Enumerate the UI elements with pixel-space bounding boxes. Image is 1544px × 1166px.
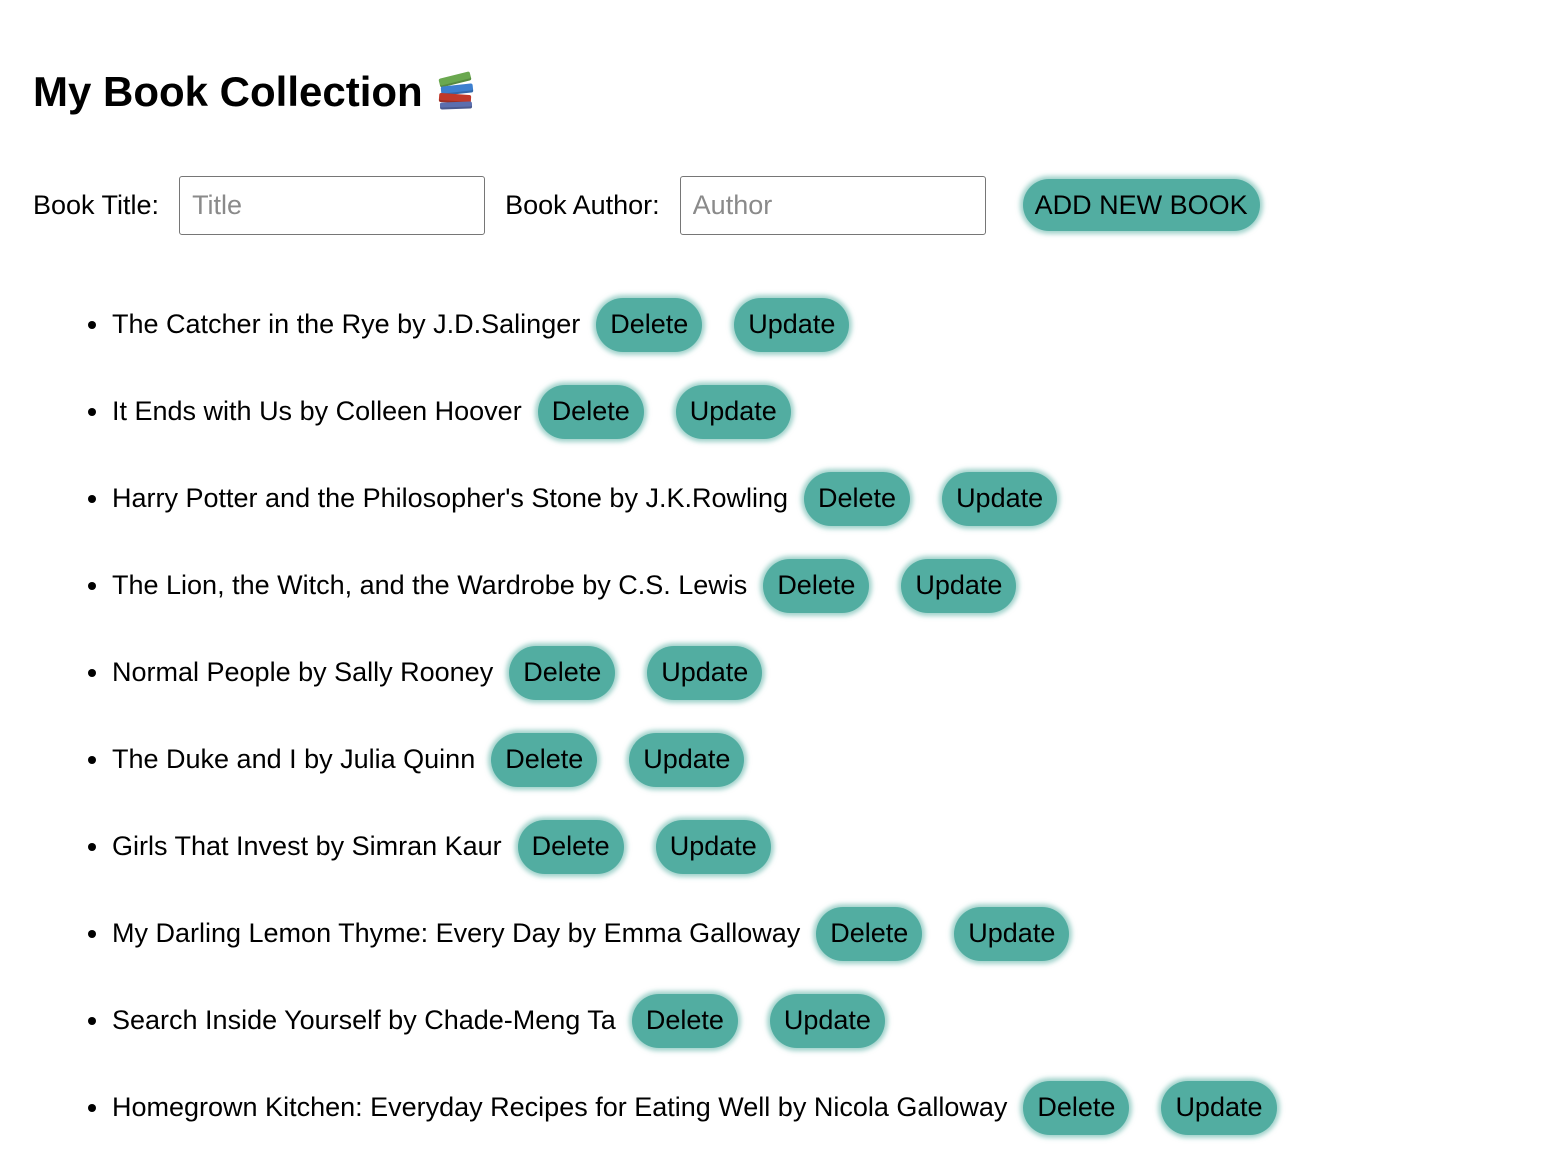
book-entry-text: Normal People by Sally Rooney — [112, 657, 494, 687]
list-item: The Catcher in the Rye by J.D.Salinger D… — [88, 296, 1277, 353]
bullet-icon — [88, 320, 96, 329]
delete-button[interactable]: Delete — [491, 732, 598, 787]
list-item: The Lion, the Witch, and the Wardrobe by… — [88, 557, 1277, 614]
book-entry-text: It Ends with Us by Colleen Hoover — [112, 396, 522, 426]
delete-button[interactable]: Delete — [1023, 1080, 1130, 1135]
delete-button[interactable]: Delete — [517, 819, 624, 874]
book-list: The Catcher in the Rye by J.D.Salinger D… — [88, 296, 1277, 1166]
list-item: It Ends with Us by Colleen Hoover Delete… — [88, 383, 1277, 440]
book-entry-text: Search Inside Yourself by Chade-Meng Ta — [112, 1005, 616, 1035]
list-item: Search Inside Yourself by Chade-Meng Ta … — [88, 992, 1277, 1049]
update-button[interactable]: Update — [655, 819, 771, 874]
update-button[interactable]: Update — [647, 645, 763, 700]
delete-button[interactable]: Delete — [631, 993, 738, 1048]
bullet-icon — [88, 407, 96, 416]
book-entry-text: The Duke and I by Julia Quinn — [112, 744, 476, 774]
book-author-label: Book Author: — [505, 190, 660, 220]
bullet-icon — [88, 1016, 96, 1025]
book-entry-text: The Lion, the Witch, and the Wardrobe by… — [112, 570, 748, 600]
delete-button[interactable]: Delete — [596, 297, 703, 352]
bullet-icon — [88, 668, 96, 677]
list-item: Harry Potter and the Philosopher's Stone… — [88, 470, 1277, 527]
update-button[interactable]: Update — [901, 558, 1017, 613]
update-button[interactable]: Update — [734, 297, 850, 352]
book-entry-text: Girls That Invest by Simran Kaur — [112, 831, 502, 861]
book-entry-text: Harry Potter and the Philosopher's Stone… — [112, 483, 789, 513]
book-entry-text: My Darling Lemon Thyme: Every Day by Emm… — [112, 918, 801, 948]
delete-button[interactable]: Delete — [816, 906, 923, 961]
add-new-book-button[interactable]: ADD NEW BOOK — [1022, 179, 1260, 231]
delete-button[interactable]: Delete — [804, 471, 911, 526]
book-entry-text: The Catcher in the Rye by J.D.Salinger — [112, 309, 581, 339]
list-item: Normal People by Sally Rooney Delete Upd… — [88, 644, 1277, 701]
bullet-icon — [88, 581, 96, 590]
update-button[interactable]: Update — [629, 732, 745, 787]
book-entry-text: Homegrown Kitchen: Everyday Recipes for … — [112, 1092, 1008, 1122]
bullet-icon — [88, 842, 96, 851]
list-item: My Darling Lemon Thyme: Every Day by Emm… — [88, 905, 1277, 962]
bullet-icon — [88, 1103, 96, 1112]
books-stack-icon — [437, 71, 475, 111]
delete-button[interactable]: Delete — [763, 558, 870, 613]
book-author-input[interactable] — [679, 175, 986, 235]
book-title-label: Book Title: — [33, 190, 160, 220]
update-button[interactable]: Update — [769, 993, 885, 1048]
page-title-text: My Book Collection — [33, 68, 423, 115]
add-book-form: Book Title: Book Author: ADD NEW BOOK — [33, 175, 1260, 235]
bullet-icon — [88, 929, 96, 938]
update-button[interactable]: Update — [675, 384, 791, 439]
list-item: Girls That Invest by Simran Kaur Delete … — [88, 818, 1277, 875]
update-button[interactable]: Update — [954, 906, 1070, 961]
bullet-icon — [88, 494, 96, 503]
delete-button[interactable]: Delete — [537, 384, 644, 439]
list-item: The Duke and I by Julia Quinn Delete Upd… — [88, 731, 1277, 788]
delete-button[interactable]: Delete — [509, 645, 616, 700]
book-title-input[interactable] — [179, 175, 486, 235]
page-title: My Book Collection — [33, 66, 475, 118]
update-button[interactable]: Update — [942, 471, 1058, 526]
bullet-icon — [88, 755, 96, 764]
update-button[interactable]: Update — [1161, 1080, 1277, 1135]
list-item: Homegrown Kitchen: Everyday Recipes for … — [88, 1079, 1277, 1136]
